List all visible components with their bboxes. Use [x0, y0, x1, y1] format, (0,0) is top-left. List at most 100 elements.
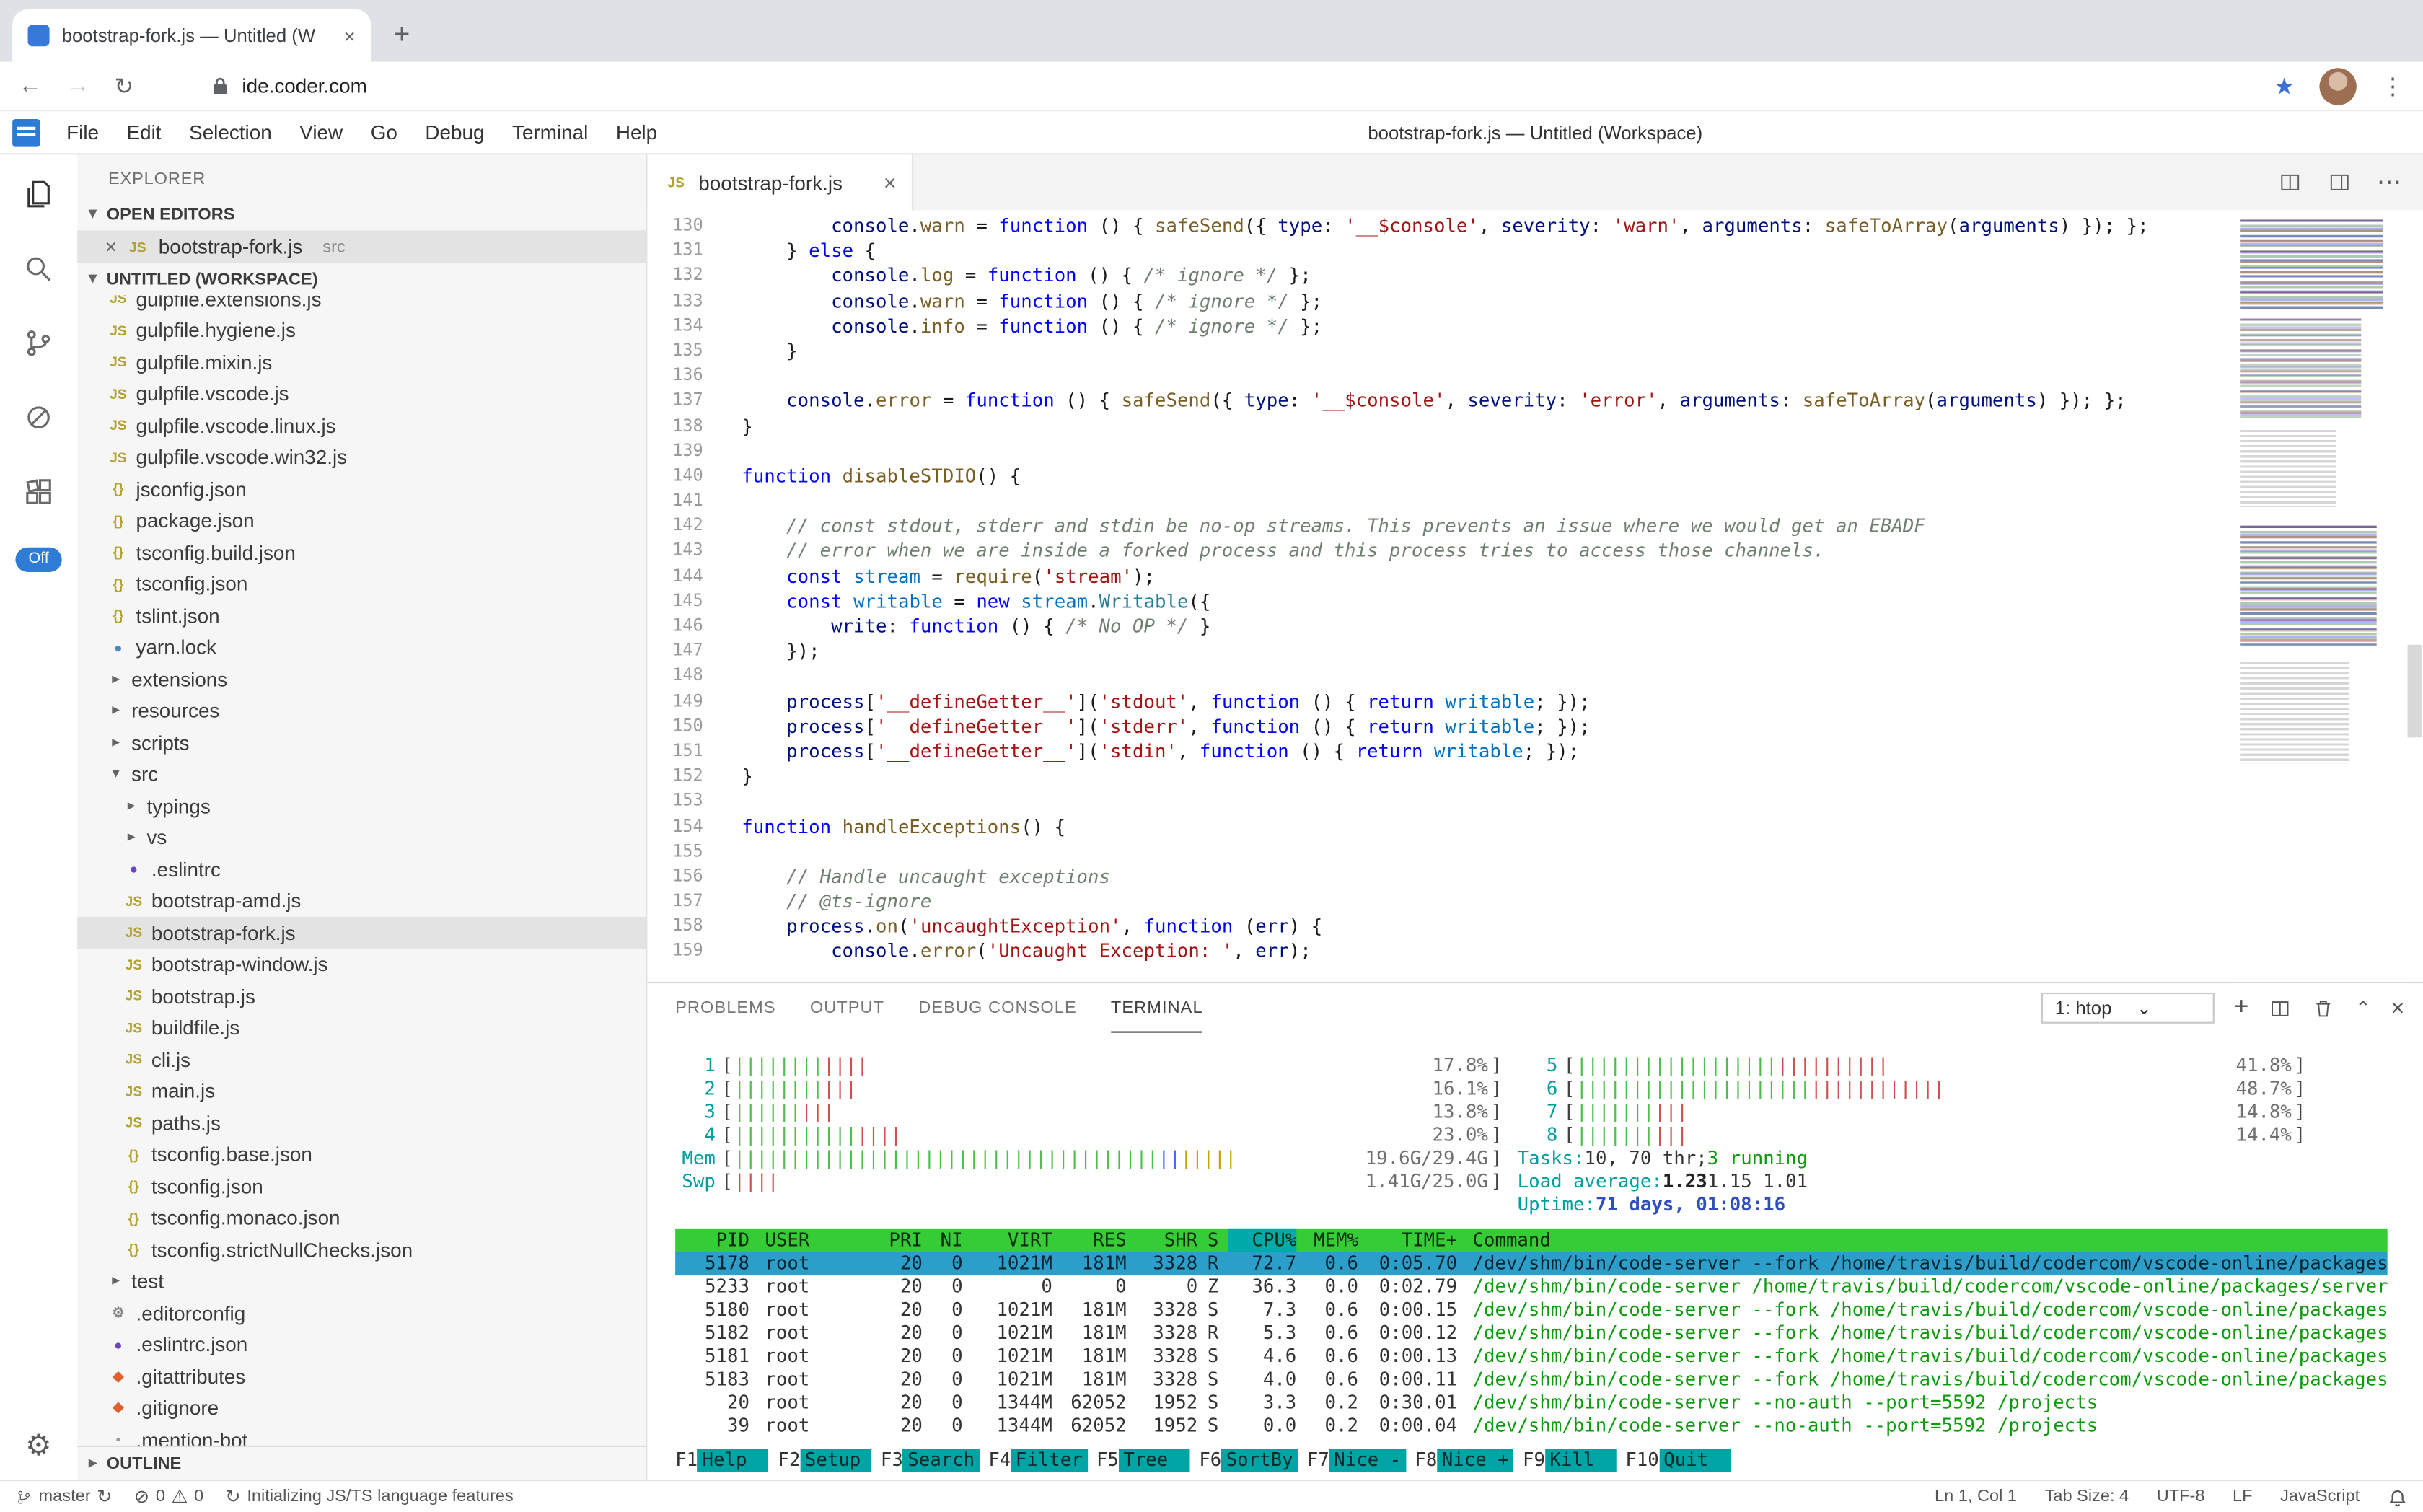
menu-view[interactable]: View — [286, 120, 356, 144]
tree-file-tsconfig.strictNullChecks.json[interactable]: {}tsconfig.strictNullChecks.json — [77, 1234, 646, 1265]
htop-column-ni[interactable]: NI — [923, 1229, 963, 1252]
tree-file-main.js[interactable]: JSmain.js — [77, 1076, 646, 1107]
htop-process-row[interactable]: 5233root200000Z36.30.00:02.79/dev/shm/bi… — [675, 1275, 2388, 1298]
htop-column-shr[interactable]: SHR — [1127, 1229, 1198, 1252]
address-bar[interactable]: ide.coder.com — [159, 74, 2249, 97]
open-editor-item[interactable]: × JS bootstrap-fork.js src — [77, 230, 646, 263]
htop-column-user[interactable]: USER — [749, 1229, 861, 1252]
tree-file-.mention-bot[interactable]: ▪.mention-bot — [77, 1424, 646, 1446]
htop-fkey-f8[interactable]: F8Nice + — [1406, 1448, 1514, 1471]
open-editors-header[interactable]: ▾ OPEN EDITORS — [77, 198, 646, 230]
tree-file-gulpfile.vscode.win32.js[interactable]: JSgulpfile.vscode.win32.js — [77, 441, 646, 473]
htop-column-s[interactable]: S — [1197, 1229, 1228, 1252]
more-actions-icon[interactable]: ⋯ — [2377, 167, 2401, 198]
menu-debug[interactable]: Debug — [411, 120, 498, 144]
menu-go[interactable]: Go — [356, 120, 411, 144]
menu-file[interactable]: File — [53, 120, 113, 144]
htop-fkey-f2[interactable]: F2Setup — [769, 1448, 871, 1471]
tree-folder-test[interactable]: ▸test — [77, 1265, 646, 1297]
tree-file-.eslintrc[interactable]: ●.eslintrc — [77, 853, 646, 885]
tree-folder-src[interactable]: ▾src — [77, 758, 646, 790]
tree-file-bootstrap.js[interactable]: JSbootstrap.js — [77, 980, 646, 1012]
collaboration-off-badge[interactable]: Off — [16, 548, 61, 572]
htop-column-res[interactable]: RES — [1052, 1229, 1127, 1252]
htop-column-virt[interactable]: VIRT — [963, 1229, 1052, 1252]
notifications-bell-icon[interactable] — [2388, 1487, 2408, 1507]
tree-file-.editorconfig[interactable]: ⚙.editorconfig — [77, 1297, 646, 1329]
search-icon[interactable] — [20, 250, 57, 287]
source-control-icon[interactable] — [20, 325, 57, 361]
reload-icon[interactable]: ↻ — [115, 72, 134, 100]
tree-folder-typings[interactable]: ▸typings — [77, 790, 646, 822]
tree-file-bootstrap-amd.js[interactable]: JSbootstrap-amd.js — [77, 885, 646, 917]
tree-file-cli.js[interactable]: JScli.js — [77, 1044, 646, 1076]
split-terminal-icon[interactable] — [2269, 996, 2292, 1019]
tree-file-.eslintrc.json[interactable]: ●.eslintrc.json — [77, 1329, 646, 1361]
tree-file-bootstrap-fork.js[interactable]: JSbootstrap-fork.js — [77, 917, 646, 949]
menu-help[interactable]: Help — [602, 120, 672, 144]
htop-fkey-f6[interactable]: F6SortBy — [1189, 1448, 1298, 1471]
htop-column-cpu[interactable]: CPU% — [1228, 1229, 1296, 1252]
htop-process-row[interactable]: 5181root2001021M181M3328S4.60.60:00.13/d… — [675, 1345, 2388, 1368]
tree-file-tslint.json[interactable]: {}tslint.json — [77, 600, 646, 632]
htop-process-row[interactable]: 5182root2001021M181M3328R5.30.60:00.12/d… — [675, 1322, 2388, 1345]
tree-file-paths.js[interactable]: JSpaths.js — [77, 1107, 646, 1139]
outline-header[interactable]: ▸ OUTLINE — [77, 1446, 646, 1480]
htop-fkey-f4[interactable]: F4Filter — [980, 1448, 1088, 1471]
tree-file-gulpfile.mixin.js[interactable]: JSgulpfile.mixin.js — [77, 346, 646, 378]
tree-file-buildfile.js[interactable]: JSbuildfile.js — [77, 1012, 646, 1044]
minimap[interactable] — [2235, 210, 2405, 981]
htop-fkey-f10[interactable]: F10Quit — [1616, 1448, 1730, 1471]
panel-tab-problems[interactable]: PROBLEMS — [675, 983, 776, 1033]
explorer-icon[interactable] — [20, 176, 57, 213]
close-icon[interactable]: × — [105, 235, 117, 258]
bookmark-star-icon[interactable]: ★ — [2274, 72, 2295, 100]
sync-icon[interactable]: ↻ — [97, 1486, 113, 1508]
tree-file-jsconfig.json[interactable]: {}jsconfig.json — [77, 473, 646, 505]
maximize-panel-icon[interactable]: ⌃ — [2355, 997, 2371, 1019]
terminal-select[interactable]: 1: htop ⌄ — [2041, 993, 2214, 1024]
browser-tab[interactable]: bootstrap-fork.js — Untitled (W × — [12, 9, 371, 62]
tree-folder-scripts[interactable]: ▸scripts — [77, 726, 646, 758]
htop-fkey-f1[interactable]: F1Help — [675, 1448, 769, 1471]
profile-avatar[interactable] — [2319, 67, 2356, 104]
htop-column-pri[interactable]: PRI — [861, 1229, 923, 1252]
panel-tab-debug-console[interactable]: DEBUG CONSOLE — [918, 983, 1077, 1033]
code-editor[interactable]: 130 console.warn = function () { safeSen… — [648, 210, 2423, 981]
open-changes-icon[interactable] — [2278, 170, 2303, 195]
forward-icon[interactable]: → — [66, 73, 89, 99]
tree-file-bootstrap-window.js[interactable]: JSbootstrap-window.js — [77, 949, 646, 980]
menu-terminal[interactable]: Terminal — [498, 120, 602, 144]
eol[interactable]: LF — [2233, 1487, 2253, 1506]
settings-gear-icon[interactable]: ⚙ — [25, 1428, 52, 1464]
tree-file-tsconfig.json[interactable]: {}tsconfig.json — [77, 568, 646, 600]
htop-column-time[interactable]: TIME+ — [1358, 1229, 1457, 1252]
tree-file-.gitignore[interactable]: ◆.gitignore — [77, 1392, 646, 1424]
tree-file-package.json[interactable]: {}package.json — [77, 505, 646, 537]
cursor-position[interactable]: Ln 1, Col 1 — [1935, 1487, 2017, 1506]
language-mode[interactable]: JavaScript — [2280, 1487, 2360, 1506]
editor-scrollbar[interactable] — [2408, 645, 2422, 738]
menu-selection[interactable]: Selection — [175, 120, 286, 144]
tree-file-gulpfile.extensions.js[interactable]: JSgulpfile.extensions.js — [77, 295, 646, 315]
htop-process-row[interactable]: 5178root2001021M181M3328R72.70.60:05.70/… — [675, 1252, 2388, 1275]
encoding[interactable]: UTF-8 — [2157, 1487, 2205, 1506]
new-tab-button[interactable]: + — [380, 12, 423, 56]
tree-file-.gitattributes[interactable]: ◆.gitattributes — [77, 1361, 646, 1392]
debug-icon[interactable] — [20, 399, 57, 436]
htop-process-row[interactable]: 39root2001344M620521952S0.00.20:00.04/de… — [675, 1415, 2388, 1438]
tree-file-gulpfile.vscode.js[interactable]: JSgulpfile.vscode.js — [77, 378, 646, 410]
tree-file-tsconfig.build.json[interactable]: {}tsconfig.build.json — [77, 537, 646, 568]
back-icon[interactable]: ← — [19, 73, 42, 99]
tree-folder-vs[interactable]: ▸vs — [77, 822, 646, 853]
panel-tab-terminal[interactable]: TERMINAL — [1111, 983, 1203, 1033]
editor-tab[interactable]: JS bootstrap-fork.js × — [648, 154, 913, 210]
kill-terminal-icon[interactable] — [2312, 996, 2335, 1019]
tree-file-tsconfig.monaco.json[interactable]: {}tsconfig.monaco.json — [77, 1202, 646, 1234]
panel-tab-output[interactable]: OUTPUT — [810, 983, 884, 1033]
tree-file-gulpfile.hygiene.js[interactable]: JSgulpfile.hygiene.js — [77, 315, 646, 346]
htop-fkey-f9[interactable]: F9Kill — [1513, 1448, 1616, 1471]
tree-file-tsconfig.base.json[interactable]: {}tsconfig.base.json — [77, 1138, 646, 1170]
close-panel-icon[interactable]: × — [2391, 995, 2404, 1021]
htop-fkey-f7[interactable]: F7Nice - — [1298, 1448, 1406, 1471]
